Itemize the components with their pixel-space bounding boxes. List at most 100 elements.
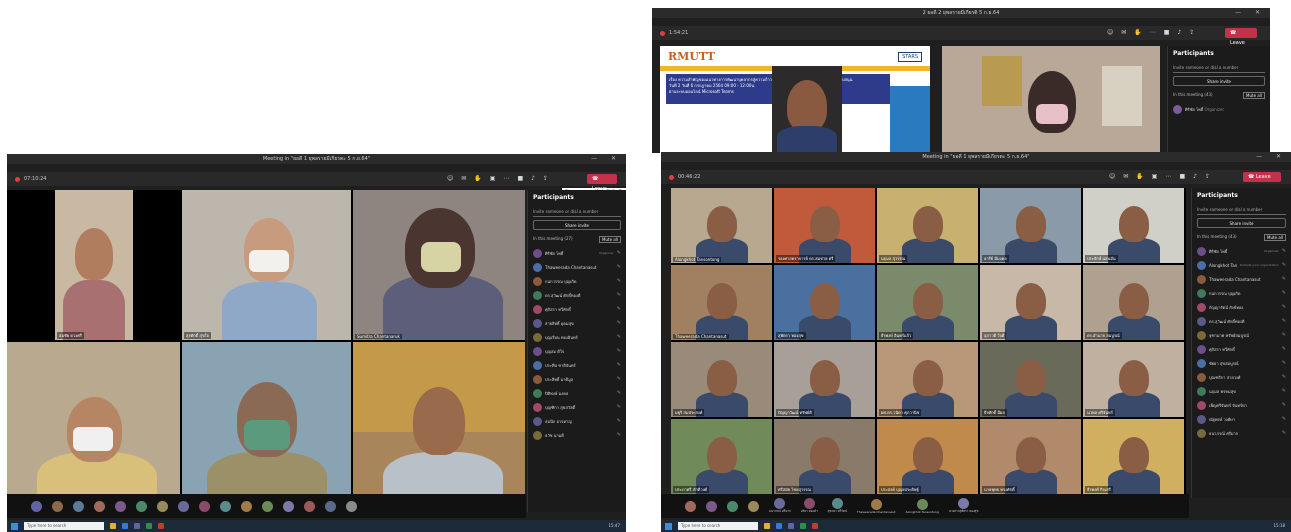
participant-row[interactable]: ประสิทธิ์ มาดีมูล ✎ xyxy=(528,372,626,386)
share-invite-button[interactable]: Share invite xyxy=(1173,76,1265,86)
video-tile[interactable]: ธีรพงศ์ กิจเสรี xyxy=(1083,419,1184,494)
participant-thumbnail[interactable] xyxy=(94,500,105,512)
participant-thumbnail[interactable] xyxy=(262,500,273,512)
people-icon[interactable]: ☺ xyxy=(1107,26,1113,40)
explorer-icon[interactable] xyxy=(110,523,116,529)
participant-row[interactable]: ศิริชัย โพธิ์ Organizer ✎ xyxy=(1192,244,1291,258)
more-icon[interactable]: ⋯ xyxy=(503,172,509,186)
video-tile[interactable]: นวพล ศรีจันทร์ xyxy=(1083,342,1184,417)
participant-row[interactable]: จุฑามาศ ทรัพย์สมบูรณ์ ✎ xyxy=(1192,328,1291,342)
participant-thumbnail[interactable] xyxy=(73,500,84,512)
people-icon[interactable]: ☺ xyxy=(1109,170,1115,184)
video-tile[interactable]: ธีรพงษ์ อินทร์แก้ว xyxy=(877,265,978,340)
share-invite-button[interactable]: Share invite xyxy=(1197,218,1286,228)
participant-row[interactable]: กนกวรรณ บุญเกิด ✎ xyxy=(1192,286,1291,300)
rooms-icon[interactable]: ▣ xyxy=(490,172,496,186)
windows-start-icon[interactable] xyxy=(665,522,672,530)
invite-input[interactable]: Invite someone or dial a number xyxy=(1173,63,1265,73)
strip-participant[interactable]: ธนาภรณ์ ศรีมาก xyxy=(769,498,791,514)
video-tile[interactable]: ประภาศรี ภักดีวงศ์ xyxy=(671,419,772,494)
participant-row[interactable]: ประทีป ชาติจันทร์ ✎ xyxy=(528,358,626,372)
participant-row[interactable]: เพ็ญศรีจันทร์ จันทร์ทา ✎ xyxy=(1192,398,1291,412)
taskbar-search[interactable]: Type here to search xyxy=(678,522,758,530)
participant-thumbnail[interactable] xyxy=(157,500,168,512)
teams-icon[interactable] xyxy=(788,523,794,529)
share-icon[interactable]: ⇪ xyxy=(1205,170,1210,184)
window-controls[interactable]: — ✕ xyxy=(591,154,622,164)
window-controls[interactable]: — ✕ xyxy=(1235,8,1266,18)
participant-row[interactable]: ปิติพงษ์ มงคล ✎ xyxy=(528,386,626,400)
participant-row[interactable]: ดร.สุวัฒน์ ศักดิ์ทองดี ✎ xyxy=(1192,314,1291,328)
leave-button[interactable]: ☎ Leave xyxy=(587,174,617,192)
rooms-icon[interactable]: ▣ xyxy=(1152,170,1158,184)
people-icon[interactable]: ☺ xyxy=(447,172,453,186)
video-tile[interactable]: Sumitra Chantanaruk xyxy=(353,190,525,340)
video-tile[interactable]: สุรศักดิ์ สุขใจ xyxy=(182,190,351,340)
participant-thumbnail[interactable] xyxy=(31,500,42,512)
participant-thumbnail[interactable] xyxy=(241,500,252,512)
participant-row[interactable]: สมนึก อาจหาญ ✎ xyxy=(528,414,626,428)
mute-all-button[interactable]: Mute all xyxy=(1243,92,1265,99)
participant-thumbnail[interactable] xyxy=(706,500,717,512)
speaker-video[interactable] xyxy=(942,46,1160,153)
taskbar-search[interactable]: Type here to search xyxy=(24,522,104,530)
video-tile[interactable]: ประจักษ์ แสนมั่น xyxy=(1083,188,1184,263)
share-invite-button[interactable]: Share invite xyxy=(533,220,621,230)
video-tile[interactable]: ประสงค์ บุญยประดิษฐ์ xyxy=(877,419,978,494)
excel-icon[interactable] xyxy=(146,523,152,529)
video-tile[interactable]: อารีย์ มีมงคล xyxy=(980,188,1081,263)
participant-thumbnail[interactable] xyxy=(346,500,357,512)
chat-icon[interactable]: ✉ xyxy=(461,172,466,186)
window-controls[interactable]: — ✕ xyxy=(1256,152,1287,162)
participant-row[interactable]: ปุณฑริกา สายวงศ์ ✎ xyxy=(1192,370,1291,384)
participant-row[interactable]: Alongkhot TansontongOutside your organiz… xyxy=(1192,258,1291,272)
video-tile[interactable]: มยุรี สมประสงค์ xyxy=(671,342,772,417)
video-tile[interactable]: วิทยา มั่นคง xyxy=(182,342,351,512)
windows-start-icon[interactable] xyxy=(11,522,18,530)
participant-row[interactable]: Thaweerada Chantanasut ✎ xyxy=(1192,272,1291,286)
participant-row[interactable]: ศิริชัย โพธิ์ Organizer ✎ xyxy=(528,246,626,260)
participant-thumbnail[interactable] xyxy=(52,500,63,512)
camera-icon[interactable]: ■ xyxy=(517,172,523,186)
participant-thumbnail[interactable] xyxy=(283,500,294,512)
strip-participant[interactable]: อริยา ทองคำ xyxy=(801,498,818,514)
chat-icon[interactable]: ✉ xyxy=(1123,170,1128,184)
participant-thumbnail[interactable] xyxy=(115,500,126,512)
excel-icon[interactable] xyxy=(800,523,806,529)
edge-icon[interactable] xyxy=(776,523,782,529)
video-tile[interactable]: สมพงษ์ ดีประเสริฐ xyxy=(353,342,525,512)
invite-input[interactable]: Invite someone or dial a number xyxy=(533,207,621,217)
mic-icon[interactable]: ♪ xyxy=(1193,170,1197,184)
participant-row[interactable]: ธวัช นามดี ✎ xyxy=(528,428,626,442)
camera-icon[interactable]: ■ xyxy=(1179,170,1185,184)
strip-participant[interactable]: สุชาดา ศรีรัตน์ xyxy=(828,498,847,514)
video-tile[interactable]: ดร.อำนาจ สมบูรณ์ xyxy=(1083,265,1184,340)
more-icon[interactable]: ⋯ xyxy=(1165,170,1171,184)
participant-row[interactable]: ดร.สุวัฒน์ ศักดิ์ทองดี ✎ xyxy=(528,288,626,302)
invite-input[interactable]: Invite someone or dial a number xyxy=(1197,205,1286,215)
participant-thumbnail[interactable] xyxy=(748,500,759,512)
video-tile[interactable]: สุภาวดี ใจดี xyxy=(980,265,1081,340)
reactions-icon[interactable]: ✋ xyxy=(474,172,481,186)
powerpoint-icon[interactable] xyxy=(158,523,164,529)
mic-icon[interactable]: ♪ xyxy=(1177,26,1181,40)
powerpoint-icon[interactable] xyxy=(812,523,818,529)
participant-thumbnail[interactable] xyxy=(325,500,336,512)
leave-button[interactable]: ☎ Leave xyxy=(1243,172,1281,182)
teams-icon[interactable] xyxy=(134,523,140,529)
video-tile[interactable]: Thaweerada Chantanasut xyxy=(671,265,772,340)
reactions-icon[interactable]: ✋ xyxy=(1136,170,1143,184)
edge-icon[interactable] xyxy=(122,523,128,529)
video-tile[interactable]: รองศาสตราจารย์ ดร.สมชาย ศรี xyxy=(774,188,875,263)
share-icon[interactable]: ⇪ xyxy=(543,172,548,186)
participant-row[interactable]: Thaweerada Chantanasut ✎ xyxy=(528,260,626,274)
video-tile[interactable]: Alongkhot Tansontong xyxy=(671,188,772,263)
participant-row[interactable]: บุญเรือน ทองอินทร์ ✎ xyxy=(528,330,626,344)
participant-thumbnail[interactable] xyxy=(685,500,696,512)
strip-participant[interactable]: Alongkhot Tansontong xyxy=(906,498,939,514)
mute-all-button[interactable]: Mute all xyxy=(599,236,621,243)
video-tile[interactable]: สุพัตรา ทองสุข xyxy=(774,265,875,340)
more-icon[interactable]: ⋯ xyxy=(1150,26,1156,40)
participant-thumbnail[interactable] xyxy=(178,500,189,512)
explorer-icon[interactable] xyxy=(764,523,770,529)
